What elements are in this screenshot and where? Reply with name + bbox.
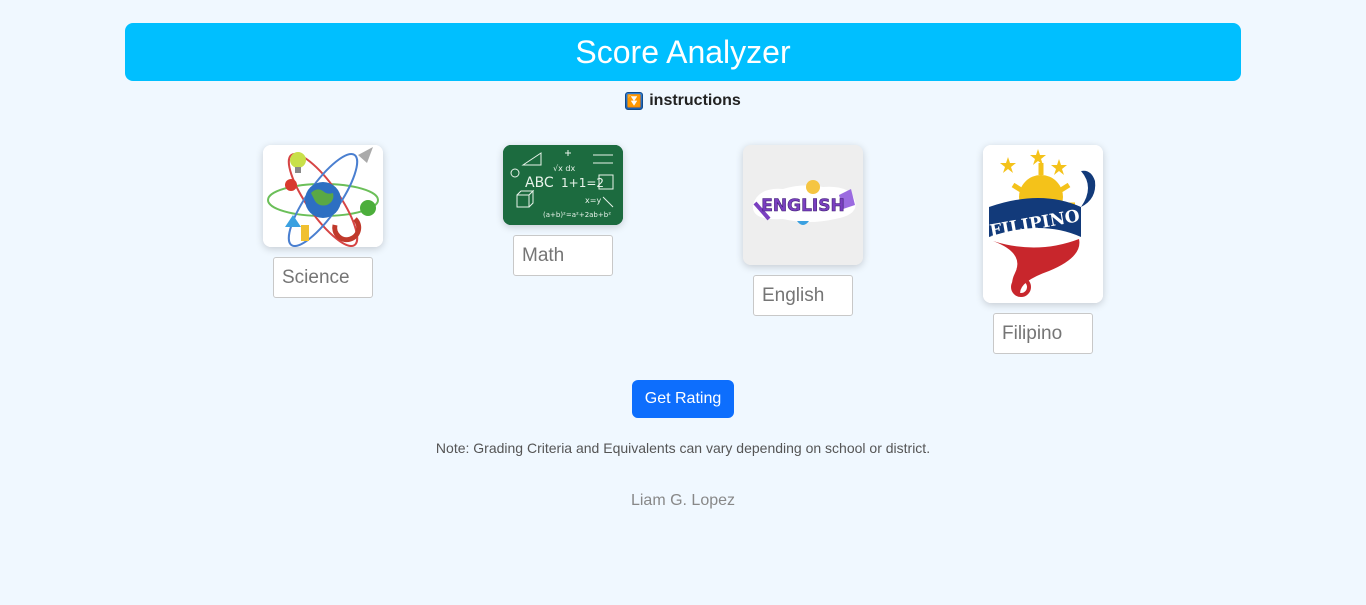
subject-math: ABC 1+1=2 √x dx (a+b)²=a²+2ab+b² x=y xyxy=(503,145,623,276)
science-image xyxy=(263,145,383,247)
english-sticker-image: ENGLISH xyxy=(743,145,863,265)
english-score-input[interactable] xyxy=(753,275,853,316)
svg-text:ABC: ABC xyxy=(525,175,554,191)
page: Score Analyzer ⏬ instructions Science AB… xyxy=(0,0,1366,605)
subject-filipino: FILIPINO xyxy=(983,145,1103,354)
svg-text:1+1=2: 1+1=2 xyxy=(561,176,604,190)
header-banner: Score Analyzer xyxy=(125,23,1241,81)
svg-text:x=y: x=y xyxy=(585,196,601,205)
english-image-text: ENGLISH xyxy=(761,196,844,216)
grading-note: Note: Grading Criteria and Equivalents c… xyxy=(435,440,931,456)
subject-english: ENGLISH xyxy=(743,145,863,316)
math-chalkboard-image: ABC 1+1=2 √x dx (a+b)²=a²+2ab+b² x=y xyxy=(503,145,623,225)
page-title: Score Analyzer xyxy=(575,33,791,70)
instructions-toggle[interactable]: ⏬ instructions xyxy=(0,92,1366,110)
down-arrow-button-icon: ⏬ xyxy=(625,92,644,110)
subject-science xyxy=(263,145,383,298)
filipino-score-input[interactable] xyxy=(993,313,1093,354)
filipino-banner-image: FILIPINO xyxy=(983,145,1103,303)
svg-text:(a+b)²=a²+2ab+b²: (a+b)²=a²+2ab+b² xyxy=(543,211,611,219)
author-credit: Liam G. Lopez xyxy=(630,492,736,509)
svg-text:√x dx: √x dx xyxy=(553,164,575,173)
math-score-input[interactable] xyxy=(513,235,613,276)
get-rating-button[interactable]: Get Rating xyxy=(632,380,734,418)
instructions-label: instructions xyxy=(649,92,741,109)
science-score-input[interactable] xyxy=(273,257,373,298)
